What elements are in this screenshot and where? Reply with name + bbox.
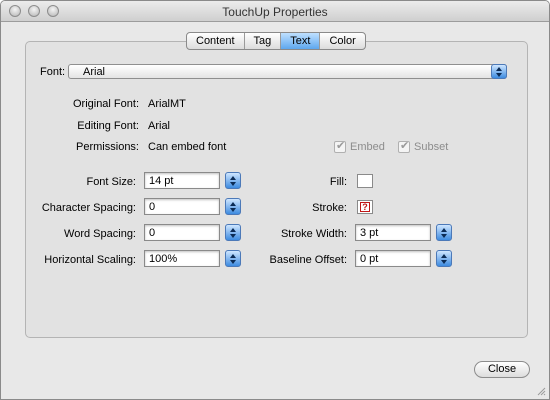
tab-bar: Content Tag Text Color	[186, 32, 366, 50]
no-color-icon: ?	[360, 202, 370, 212]
embed-checkbox[interactable]: ✔	[334, 140, 346, 153]
font-label: Font:	[40, 66, 66, 78]
tab-color[interactable]: Color	[320, 33, 364, 49]
character-spacing-input[interactable]: 0	[144, 198, 220, 215]
original-font-label: Original Font:	[72, 98, 139, 110]
window-title: TouchUp Properties	[222, 5, 328, 19]
horizontal-scaling-input[interactable]: 100%	[144, 250, 220, 267]
subset-checkbox[interactable]: ✔	[398, 140, 410, 153]
stroke-width-stepper[interactable]	[436, 224, 452, 241]
font-size-label: Font Size:	[86, 176, 136, 188]
stroke-label: Stroke:	[312, 202, 347, 214]
font-select-arrows-icon	[491, 64, 507, 79]
permissions-value: Can embed font	[148, 141, 227, 153]
fill-color-swatch[interactable]	[357, 174, 373, 188]
tab-content[interactable]: Content	[187, 33, 245, 49]
permissions-label: Permissions:	[76, 141, 139, 153]
baseline-offset-label: Baseline Offset:	[269, 254, 347, 266]
original-font-value: ArialMT	[148, 98, 186, 110]
title-bar[interactable]: TouchUp Properties	[1, 1, 549, 22]
word-spacing-label: Word Spacing:	[64, 228, 136, 240]
horizontal-scaling-stepper[interactable]	[225, 250, 241, 267]
text-properties-panel	[25, 41, 528, 338]
word-spacing-stepper[interactable]	[225, 224, 241, 241]
embed-label: Embed	[350, 141, 385, 153]
stroke-color-swatch[interactable]: ?	[357, 200, 373, 214]
font-size-stepper[interactable]	[225, 172, 241, 189]
word-spacing-input[interactable]: 0	[144, 224, 220, 241]
baseline-offset-input[interactable]: 0 pt	[355, 250, 431, 267]
resize-grip-icon[interactable]	[537, 387, 546, 396]
font-select-value: Arial	[83, 66, 106, 78]
editing-font-label: Editing Font:	[77, 120, 139, 132]
stroke-width-label: Stroke Width:	[280, 228, 347, 240]
font-size-input[interactable]: 14 pt	[144, 172, 220, 189]
horizontal-scaling-label: Horizontal Scaling:	[44, 254, 136, 266]
tab-tag[interactable]: Tag	[245, 33, 282, 49]
editing-font-value: Arial	[148, 120, 171, 132]
baseline-offset-stepper[interactable]	[436, 250, 452, 267]
touchup-properties-window: TouchUp Properties Content Tag Text Colo…	[0, 0, 550, 400]
tab-text[interactable]: Text	[281, 33, 321, 49]
character-spacing-stepper[interactable]	[225, 198, 241, 215]
subset-label: Subset	[414, 141, 449, 153]
font-select[interactable]: Arial	[68, 64, 507, 79]
stroke-width-input[interactable]: 3 pt	[355, 224, 431, 241]
fill-label: Fill:	[329, 176, 347, 188]
character-spacing-label: Character Spacing:	[41, 202, 136, 214]
close-button[interactable]: Close	[474, 361, 530, 378]
